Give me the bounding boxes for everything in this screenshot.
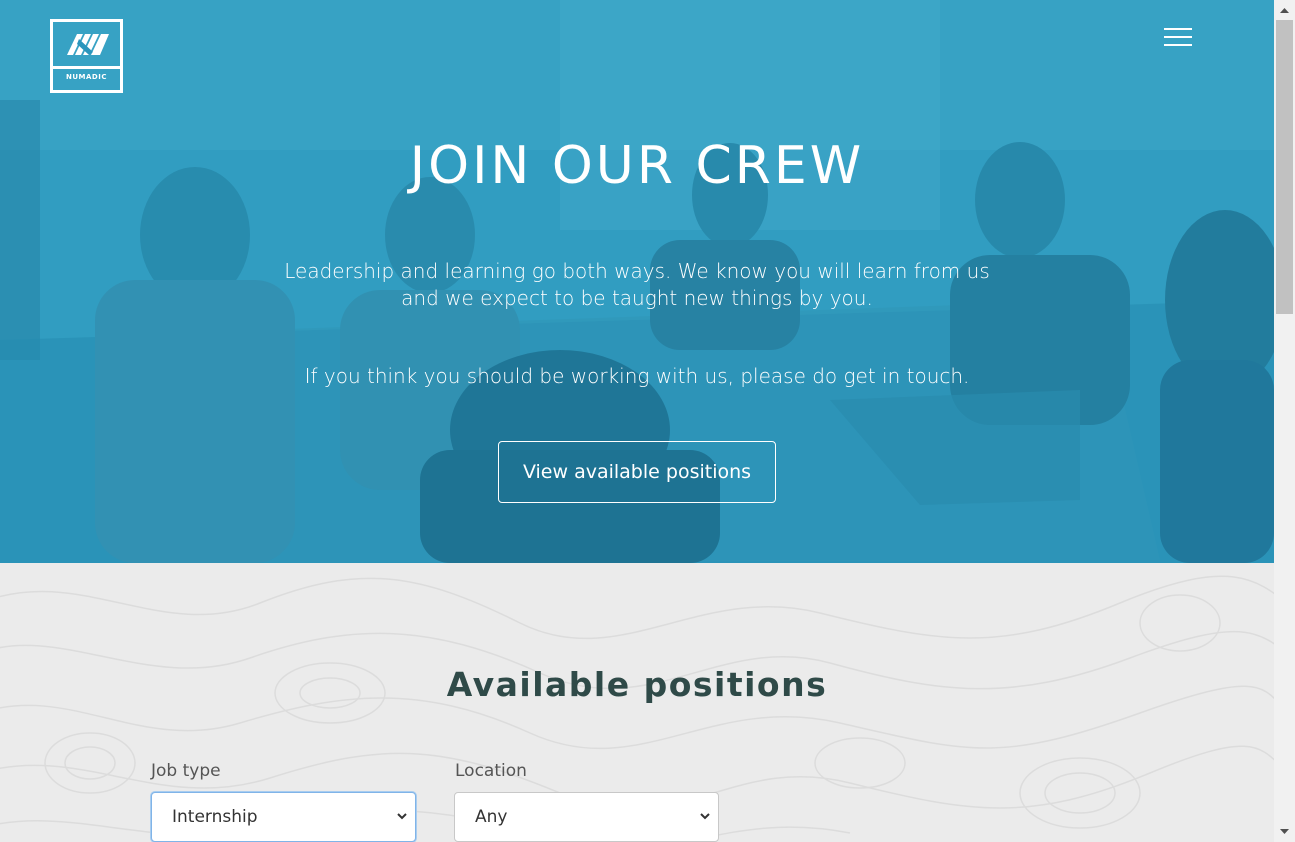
chevron-down-icon	[700, 813, 710, 820]
location-selected-value: Any	[475, 807, 508, 827]
job-type-selected-value: Internship	[172, 807, 258, 827]
scroll-down-arrow-icon[interactable]	[1274, 823, 1295, 840]
hero-intro-line-1: Leadership and learning go both ways. We…	[284, 259, 990, 283]
location-select[interactable]: Any	[454, 792, 719, 842]
hamburger-menu-icon[interactable]	[1164, 27, 1192, 47]
job-type-label: Job type	[151, 761, 221, 781]
job-type-select[interactable]: Internship	[151, 792, 416, 842]
vertical-scrollbar[interactable]	[1274, 0, 1295, 842]
numadic-logo[interactable]: NUMADIC	[50, 19, 123, 93]
logo-divider	[53, 66, 120, 69]
hero-section: NUMADIC JOIN OUR CREW Leadership and lea…	[0, 0, 1274, 563]
hero-intro-text: Leadership and learning go both ways. We…	[237, 258, 1037, 312]
available-positions-section: Available positions Job type Internship …	[0, 563, 1274, 842]
logo-wordmark: NUMADIC	[66, 73, 107, 81]
available-positions-title: Available positions	[446, 665, 828, 704]
hero-title: JOIN OUR CREW	[409, 136, 865, 196]
hero-contact-text: If you think you should be working with …	[304, 364, 970, 388]
view-available-positions-button[interactable]: View available positions	[498, 441, 776, 503]
chevron-down-icon	[397, 813, 407, 820]
page: NUMADIC JOIN OUR CREW Leadership and lea…	[0, 0, 1274, 842]
logo-mark-icon	[67, 34, 109, 55]
location-label: Location	[455, 761, 527, 781]
scroll-up-arrow-icon[interactable]	[1274, 2, 1295, 19]
scrollbar-thumb[interactable]	[1276, 20, 1293, 314]
hero-intro-line-2: and we expect to be taught new things by…	[401, 286, 873, 310]
